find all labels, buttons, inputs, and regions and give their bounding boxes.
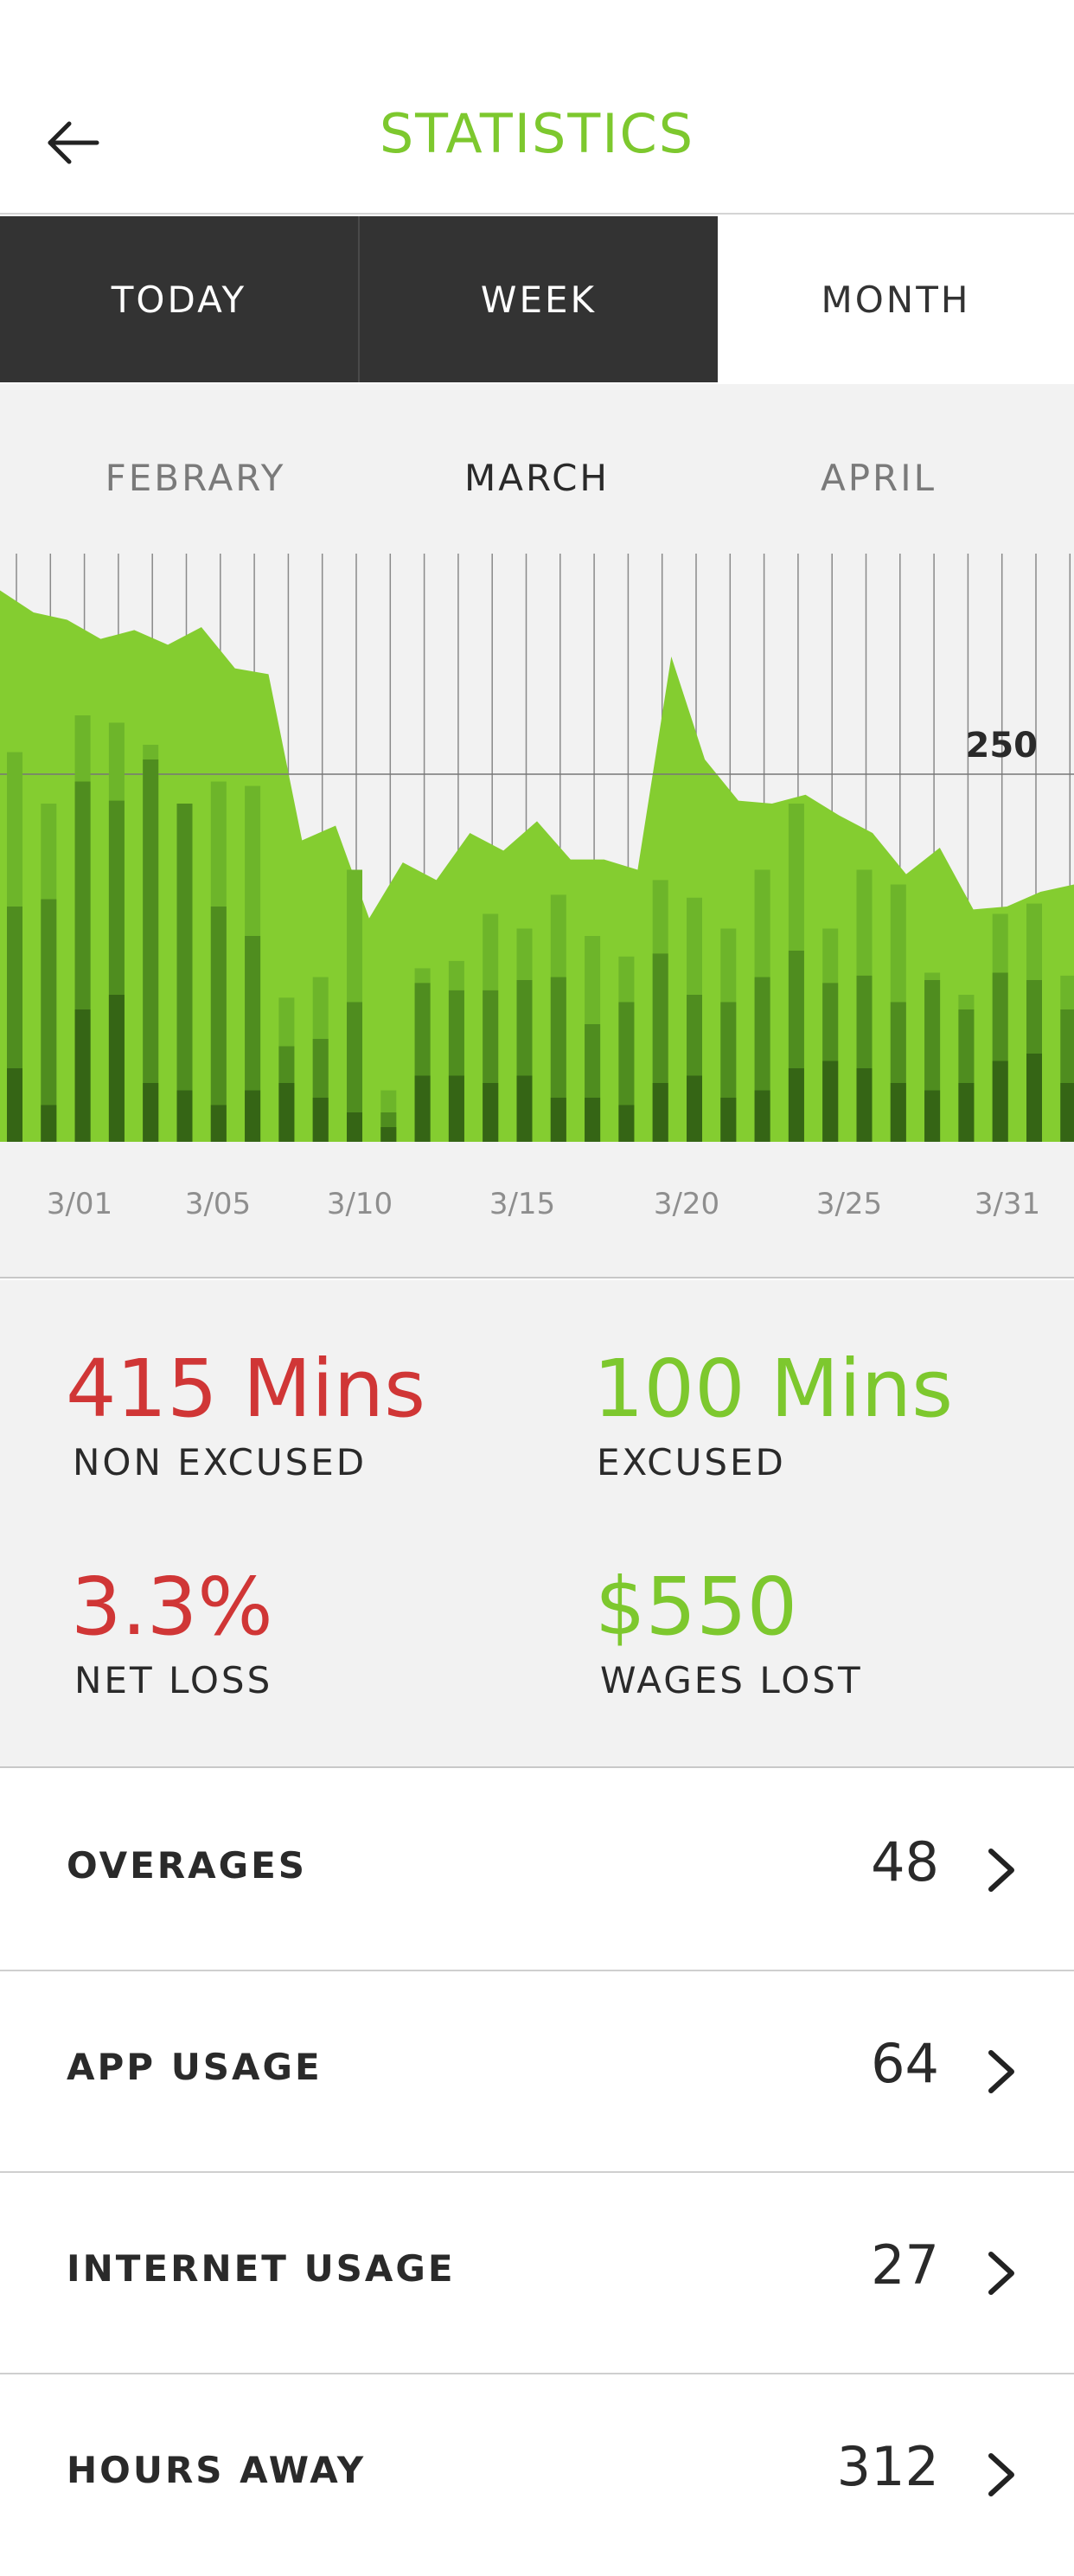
chevron-right-icon — [988, 2050, 1014, 2093]
bar-dark — [380, 1127, 397, 1142]
list-item-app-usage[interactable]: APP USAGE 64 — [0, 1971, 1074, 2173]
bar-dark — [176, 1090, 193, 1142]
x-tick-label: 3/25 — [815, 1187, 883, 1221]
row-value: 64 — [871, 2032, 939, 2095]
bar-dark — [788, 1068, 804, 1142]
month-prev[interactable]: FEBRARY — [40, 457, 351, 499]
bar-dark — [720, 1098, 737, 1142]
x-tick-label: 3/31 — [974, 1187, 1041, 1221]
bar-dark — [245, 1090, 261, 1142]
bar-dark — [448, 1075, 464, 1142]
tab-week[interactable]: WEEK — [360, 216, 718, 382]
x-tick-label: 3/05 — [184, 1187, 252, 1221]
bar-dark — [7, 1068, 22, 1142]
row-label: INTERNET USAGE — [67, 2247, 456, 2290]
non-excused-label: NON EXCUSED — [73, 1441, 368, 1483]
bar-dark — [278, 1083, 295, 1142]
chart-section: FEBRARY MARCH APRIL 250 3/01 3/05 3/10 3/15… — [0, 384, 1074, 1278]
net-loss-label: NET LOSS — [74, 1659, 273, 1701]
excused-label: EXCUSED — [597, 1441, 786, 1483]
row-label: APP USAGE — [67, 2046, 323, 2088]
bar-dark — [347, 1112, 362, 1142]
bar-dark — [754, 1090, 770, 1142]
bar-dark — [1026, 1054, 1042, 1142]
bar-dark — [652, 1083, 668, 1142]
bar-dark — [550, 1098, 566, 1142]
bar-dark — [822, 1061, 839, 1142]
bar-dark — [414, 1075, 431, 1142]
bar-dark — [958, 1083, 975, 1142]
stats-panel: 415 Mins NON EXCUSED 100 Mins EXCUSED 3.… — [0, 1280, 1074, 1768]
month-current[interactable]: MARCH — [381, 457, 693, 499]
month-selector: FEBRARY MARCH APRIL — [0, 457, 1074, 517]
bar-dark — [143, 1083, 159, 1142]
area-series — [0, 590, 1074, 1142]
month-next[interactable]: APRIL — [723, 457, 1034, 499]
bar-dark — [312, 1098, 329, 1142]
period-tabs: TODAY WEEK MONTH — [0, 216, 1074, 382]
row-value: 27 — [871, 2233, 939, 2297]
bar-dark — [108, 995, 125, 1142]
tab-today[interactable]: TODAY — [0, 216, 360, 382]
bar-dark — [1060, 1083, 1074, 1142]
usage-chart: 250 — [0, 554, 1074, 1142]
chevron-right-icon — [988, 2252, 1014, 2295]
list-item-internet-usage[interactable]: INTERNET USAGE 27 — [0, 2173, 1074, 2374]
x-tick-label: 3/01 — [46, 1187, 113, 1221]
wages-lost-label: WAGES LOST — [600, 1659, 863, 1701]
list-item-overages[interactable]: OVERAGES 48 — [0, 1770, 1074, 1971]
bar-dark — [618, 1105, 635, 1142]
page-title: STATISTICS — [379, 102, 695, 165]
wages-lost-value: $550 — [595, 1560, 798, 1653]
chevron-right-icon — [988, 1849, 1014, 1892]
bar-dark — [210, 1105, 227, 1142]
bar-dark — [992, 1061, 1008, 1142]
x-tick-label: 3/20 — [653, 1187, 720, 1221]
bar-dark — [41, 1105, 57, 1142]
row-label: OVERAGES — [67, 1844, 308, 1887]
bar-dark — [924, 1090, 941, 1142]
excused-value: 100 Mins — [593, 1342, 954, 1435]
metrics-list: OVERAGES 48 APP USAGE 64 INTERNET USAGE … — [0, 1770, 1074, 2576]
x-tick-label: 3/10 — [326, 1187, 393, 1221]
x-axis-labels: 3/01 3/05 3/10 3/15 3/20 3/25 3/31 — [0, 1187, 1074, 1239]
bar-dark — [687, 1075, 702, 1142]
row-value: 48 — [871, 1830, 939, 1894]
header: STATISTICS — [0, 0, 1074, 215]
bar-dark — [856, 1068, 873, 1142]
x-tick-label: 3/15 — [489, 1187, 556, 1221]
bar-dark — [516, 1075, 533, 1142]
list-item-hours-away[interactable]: HOURS AWAY 312 — [0, 2374, 1074, 2576]
tab-month[interactable]: MONTH — [718, 216, 1074, 382]
bar-dark — [585, 1098, 601, 1142]
net-loss-value: 3.3% — [71, 1560, 273, 1653]
annotation-label: 250 — [966, 726, 1039, 766]
non-excused-value: 415 Mins — [66, 1342, 426, 1435]
row-label: HOURS AWAY — [67, 2449, 367, 2491]
row-value: 312 — [836, 2435, 939, 2498]
bar-dark — [483, 1083, 499, 1142]
chevron-right-icon — [988, 2453, 1014, 2496]
bar-dark — [890, 1083, 906, 1142]
bar-dark — [74, 1009, 91, 1142]
